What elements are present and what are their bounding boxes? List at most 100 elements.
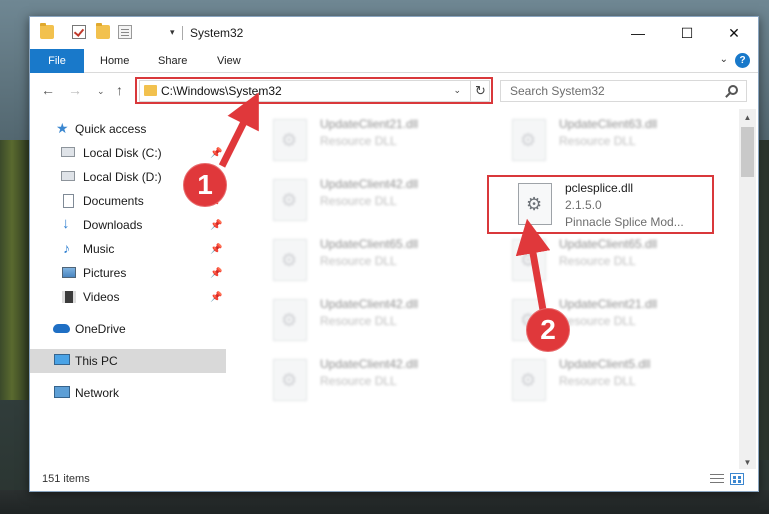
quick-access-dropdown-icon[interactable]: ▾ bbox=[170, 27, 175, 38]
file-name: UpdateClient42.dll bbox=[320, 177, 419, 191]
file-item[interactable]: UpdateClient5.dll Resource DLL bbox=[512, 355, 732, 411]
file-name: UpdateClient65.dll bbox=[559, 237, 658, 251]
search-icon[interactable] bbox=[728, 85, 738, 95]
new-folder-icon[interactable] bbox=[96, 23, 110, 39]
star-icon: ★ bbox=[56, 120, 69, 136]
file-name: UpdateClient42.dll bbox=[320, 297, 419, 311]
title-bar: ▾ System32 — ☐ ✕ bbox=[30, 17, 758, 49]
pin-icon[interactable]: 📌 bbox=[210, 220, 222, 231]
file-name: UpdateClient42.dll bbox=[320, 357, 419, 371]
customize-list-icon[interactable] bbox=[118, 25, 132, 39]
vertical-scrollbar[interactable]: ▲ ▼ bbox=[739, 109, 756, 471]
file-item[interactable]: UpdateClient42.dll Resource DLL bbox=[273, 175, 493, 231]
file-item[interactable]: UpdateClient42.dll Resource DLL bbox=[273, 355, 493, 411]
up-arrow-icon[interactable]: ↑ bbox=[116, 82, 123, 98]
recent-locations-icon[interactable]: ⌄ bbox=[97, 86, 105, 97]
sidebar-item-pictures[interactable]: Pictures 📌 bbox=[30, 261, 226, 285]
item-count: 151 items bbox=[42, 473, 90, 485]
scroll-thumb[interactable] bbox=[741, 127, 754, 177]
tab-share[interactable]: Share bbox=[158, 49, 187, 73]
sidebar-item-videos[interactable]: Videos 📌 bbox=[30, 285, 226, 309]
file-description: Resource DLL bbox=[559, 314, 636, 328]
file-description: Resource DLL bbox=[320, 314, 397, 328]
file-name: UpdateClient5.dll bbox=[559, 357, 651, 371]
file-description: Resource DLL bbox=[320, 254, 397, 268]
title-separator bbox=[182, 26, 183, 40]
sidebar-item-downloads[interactable]: ↓ Downloads 📌 bbox=[30, 213, 226, 237]
file-name: UpdateClient21.dll bbox=[320, 117, 419, 131]
computer-icon bbox=[54, 354, 70, 365]
sidebar-label: Documents bbox=[83, 194, 144, 208]
sidebar-label: OneDrive bbox=[75, 322, 126, 336]
download-icon: ↓ bbox=[62, 215, 70, 232]
minimize-button[interactable]: — bbox=[615, 17, 661, 49]
sidebar-label: Downloads bbox=[83, 218, 143, 232]
sidebar-item-onedrive[interactable]: OneDrive bbox=[30, 317, 226, 341]
tab-view[interactable]: View bbox=[217, 49, 241, 73]
sidebar-label: This PC bbox=[75, 354, 118, 368]
address-highlight-box bbox=[135, 77, 493, 104]
file-name: UpdateClient21.dll bbox=[559, 297, 658, 311]
file-name: UpdateClient63.dll bbox=[559, 117, 658, 131]
scroll-up-icon[interactable]: ▲ bbox=[739, 109, 756, 126]
file-item[interactable]: UpdateClient65.dll Resource DLL bbox=[512, 235, 732, 291]
dll-file-icon bbox=[273, 119, 307, 161]
file-item[interactable]: UpdateClient63.dll Resource DLL bbox=[512, 115, 732, 171]
maximize-button[interactable]: ☐ bbox=[664, 17, 710, 49]
folder-icon bbox=[40, 23, 54, 39]
drive-icon bbox=[61, 171, 75, 181]
dll-file-icon bbox=[512, 359, 546, 401]
sidebar-label: Pictures bbox=[83, 266, 127, 280]
sidebar-label: Local Disk (C:) bbox=[83, 146, 162, 160]
sidebar-label: Videos bbox=[83, 290, 120, 304]
desktop-plant bbox=[0, 140, 30, 400]
pictures-icon bbox=[62, 267, 76, 278]
file-description: Resource DLL bbox=[320, 194, 397, 208]
sidebar-item-this-pc[interactable]: This PC bbox=[30, 349, 226, 373]
search-placeholder: Search System32 bbox=[510, 84, 605, 98]
sidebar-label: Quick access bbox=[75, 122, 147, 136]
sidebar-item-network[interactable]: Network bbox=[30, 381, 226, 405]
sidebar-item-music[interactable]: ♪ Music 📌 bbox=[30, 237, 226, 261]
file-explorer-window: ▾ System32 — ☐ ✕ File Home Share View ⌄ … bbox=[29, 16, 759, 492]
forward-arrow-icon[interactable]: → bbox=[68, 82, 82, 98]
file-description: Resource DLL bbox=[559, 134, 636, 148]
ribbon-tabs: File Home Share View ⌄ ? bbox=[30, 49, 758, 73]
help-icon[interactable]: ? bbox=[735, 53, 750, 68]
dll-file-icon bbox=[273, 179, 307, 221]
file-item[interactable]: UpdateClient21.dll Resource DLL bbox=[273, 115, 493, 171]
file-description: Resource DLL bbox=[320, 134, 397, 148]
sidebar-label: Local Disk (D:) bbox=[83, 170, 162, 184]
file-list: UpdateClient21.dll Resource DLL UpdateCl… bbox=[250, 113, 740, 469]
file-name: UpdateClient65.dll bbox=[320, 237, 419, 251]
file-description: Resource DLL bbox=[559, 374, 636, 388]
pin-icon[interactable]: 📌 bbox=[210, 268, 222, 279]
pin-icon[interactable]: 📌 bbox=[210, 148, 222, 159]
expand-ribbon-icon[interactable]: ⌄ bbox=[720, 54, 728, 65]
file-item[interactable]: UpdateClient65.dll Resource DLL bbox=[273, 235, 493, 291]
status-bar: 151 items bbox=[30, 469, 758, 491]
back-arrow-icon[interactable]: ← bbox=[41, 82, 55, 98]
search-box[interactable]: Search System32 bbox=[500, 80, 747, 102]
details-view-icon[interactable] bbox=[710, 473, 724, 485]
dll-file-icon bbox=[273, 299, 307, 341]
videos-icon bbox=[62, 291, 76, 303]
drive-icon bbox=[61, 147, 75, 157]
tab-file[interactable]: File bbox=[30, 49, 84, 73]
tab-home[interactable]: Home bbox=[100, 49, 129, 73]
file-item[interactable]: UpdateClient42.dll Resource DLL bbox=[273, 295, 493, 351]
sidebar-item-local-disk-c[interactable]: Local Disk (C:) 📌 bbox=[30, 141, 226, 165]
cloud-icon bbox=[53, 324, 70, 333]
sidebar-item-quick-access[interactable]: ★ Quick access bbox=[30, 117, 226, 141]
file-description: Resource DLL bbox=[559, 254, 636, 268]
desktop-bottom bbox=[0, 490, 769, 514]
dll-file-icon bbox=[512, 239, 546, 281]
sidebar-label: Network bbox=[75, 386, 120, 400]
tiles-view-icon[interactable] bbox=[730, 473, 744, 485]
network-icon bbox=[54, 386, 70, 398]
pin-icon[interactable]: 📌 bbox=[210, 244, 222, 255]
close-button[interactable]: ✕ bbox=[711, 17, 757, 49]
sidebar-label: Music bbox=[83, 242, 115, 256]
properties-check-icon[interactable] bbox=[72, 25, 86, 39]
pin-icon[interactable]: 📌 bbox=[210, 292, 222, 303]
